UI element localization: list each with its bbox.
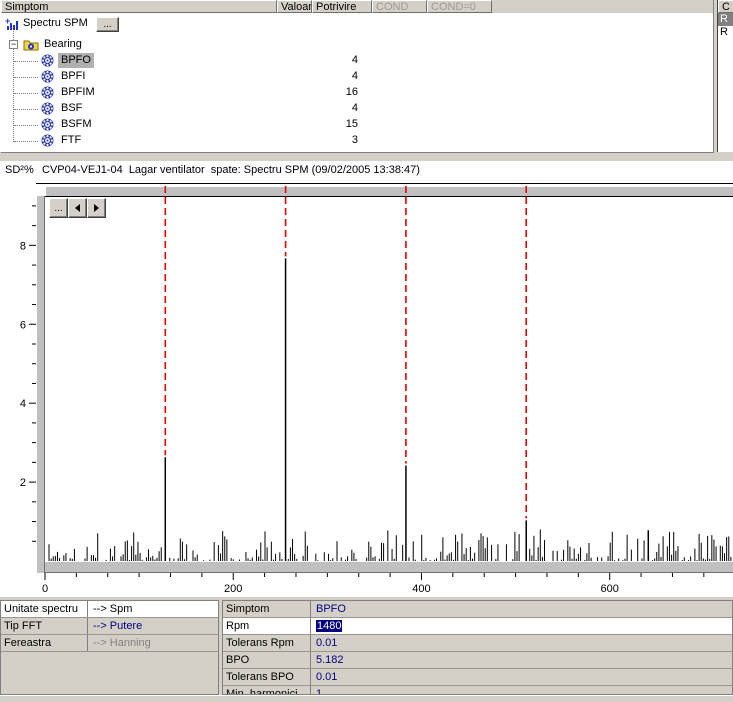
property-value[interactable]: --> Spm <box>88 601 218 617</box>
x-tick-label: 400 <box>412 583 430 595</box>
chart-titlebar: SD²% CVP04-VEJ1-04 Lagar ventilator spat… <box>0 161 733 181</box>
property-label: Rpm <box>223 618 311 634</box>
cond-side-panel: C RR <box>717 0 733 152</box>
side-panel-row[interactable]: R <box>718 13 733 26</box>
chart-toolbar: ... <box>49 198 106 218</box>
property-row-min-harmonici: Min. harmonici1 <box>223 686 732 695</box>
potrivire-value: 4 <box>306 69 358 85</box>
potrivire-value: 15 <box>306 117 358 133</box>
x-tick-label: 200 <box>224 583 242 595</box>
property-label: Tolerans Rpm <box>223 635 311 651</box>
property-value[interactable]: 5.182 <box>311 652 732 668</box>
right-arrow-icon <box>94 204 99 212</box>
property-row-unitate-spectru: Unitate spectru--> Spm <box>1 601 218 618</box>
symptom-tree: + Spectru SPM... − BearingBPFO 4 BPFI 4 BPFIM 16… <box>1 13 713 152</box>
x-tick-label: 600 <box>601 583 619 595</box>
y-axis-bar <box>36 196 45 573</box>
tree-item-label[interactable]: BPFIM <box>58 85 98 100</box>
root-options-button[interactable]: ... <box>96 17 119 32</box>
collapse-expander[interactable]: − <box>9 40 18 49</box>
property-label: Fereastra <box>1 635 88 651</box>
spectrum-plot[interactable]: 2 4 6 8 0 200 400 600 <box>0 181 733 597</box>
window-bottom-edge <box>0 695 733 702</box>
column-header-potrivire[interactable]: Potrivire <box>312 0 372 13</box>
property-label: Tip FFT <box>1 618 88 634</box>
property-row-tolerans-rpm: Tolerans Rpm0.01 <box>223 635 732 652</box>
symptom-tree-panel: SimptomValoarePotrivireCONDCOND=0 + Spect… <box>0 0 714 153</box>
tree-item-label[interactable]: FTF <box>58 133 84 148</box>
tree-root-label[interactable]: Spectru SPM <box>20 16 91 31</box>
tree-item-label[interactable]: BPFO <box>58 53 94 68</box>
potrivire-value: 16 <box>306 85 358 101</box>
column-header-simptom[interactable]: Simptom <box>1 0 277 13</box>
spectrum-settings-table: Unitate spectru--> SpmTip FFT--> PutereF… <box>0 600 219 695</box>
property-label: Tolerans BPO <box>223 669 311 685</box>
prev-button[interactable] <box>68 198 87 218</box>
y-tick-label: 2 <box>20 477 26 489</box>
tree-item-label[interactable]: BSF <box>58 101 85 116</box>
property-row-rpm: Rpm 1480 <box>223 618 732 635</box>
potrivire-value: 4 <box>306 101 358 117</box>
y-tick-label: 8 <box>20 240 26 252</box>
app-window: SimptomValoarePotrivireCONDCOND=0 +Spect… <box>0 0 733 702</box>
y-axis-unit-label: SD²% <box>5 161 34 180</box>
property-value[interactable]: 1 <box>311 686 732 695</box>
column-header-valoare[interactable]: Valoare <box>277 0 312 13</box>
column-header-cond-0[interactable]: COND=0 <box>427 0 492 13</box>
chart-title: CVP04-VEJ1-04 Lagar ventilator spate: Sp… <box>42 161 420 180</box>
potrivire-value: 4 <box>306 53 358 69</box>
property-row-tolerans-bpo: Tolerans BPO0.01 <box>223 669 732 686</box>
left-arrow-icon <box>75 204 80 212</box>
property-value[interactable]: BPFO <box>311 601 732 617</box>
options-button[interactable]: ... <box>49 198 68 218</box>
property-value[interactable]: --> Hanning <box>88 635 218 651</box>
x-tick-label: 0 <box>42 583 48 595</box>
spectrum-icon: + <box>5 17 19 31</box>
property-label: Simptom <box>223 601 311 617</box>
tree-item-label[interactable]: BPFI <box>58 69 88 84</box>
property-row-simptom: SimptomBPFO <box>223 601 732 618</box>
bearing-icon <box>41 134 54 152</box>
y-tick-label: 6 <box>20 319 26 331</box>
column-header-filler <box>492 0 713 13</box>
property-label: Min. harmonici <box>223 686 311 695</box>
y-tick-label: 4 <box>20 398 26 410</box>
property-value[interactable]: 0.01 <box>311 635 732 651</box>
cond-panel-header[interactable]: C <box>718 0 733 13</box>
x-axis-bar <box>45 561 733 573</box>
side-panel-row[interactable]: R <box>718 26 733 39</box>
property-value[interactable]: --> Putere <box>88 618 218 634</box>
property-row-bpo: BPO5.182 <box>223 652 732 669</box>
tree-column-headers: SimptomValoarePotrivireCONDCOND=0 <box>1 0 713 13</box>
property-value[interactable]: 0.01 <box>311 669 732 685</box>
property-label: BPO <box>223 652 311 668</box>
svg-text:+: + <box>5 17 10 26</box>
symptom-properties-table: SimptomBPFORpm1480Tolerans Rpm0.01BPO5.1… <box>222 600 733 695</box>
editing-value[interactable]: 1480 <box>316 620 342 632</box>
potrivire-value: 3 <box>306 133 358 149</box>
column-header-cond[interactable]: COND <box>372 0 427 13</box>
property-row-fereastra: Fereastra--> Hanning <box>1 635 218 652</box>
property-value[interactable]: 1480 <box>311 618 732 634</box>
spectrum-chart-panel: SD²% CVP04-VEJ1-04 Lagar ventilator spat… <box>0 161 733 597</box>
tree-item-label[interactable]: BSFM <box>58 117 95 132</box>
tree-group-label[interactable]: Bearing <box>41 37 85 52</box>
next-button[interactable] <box>87 198 106 218</box>
property-label: Unitate spectru <box>1 601 88 617</box>
property-row-tip-fft: Tip FFT--> Putere <box>1 618 218 635</box>
